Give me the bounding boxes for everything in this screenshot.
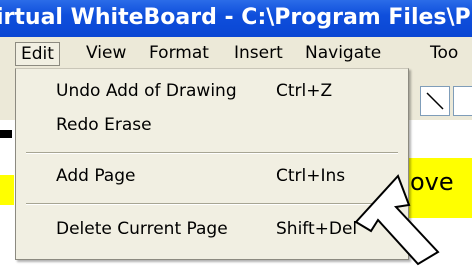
line-tool-icon bbox=[426, 92, 444, 110]
menu-format[interactable]: Format bbox=[149, 42, 209, 66]
menu-item-label: Delete Current Page bbox=[56, 219, 228, 239]
menu-item-label: Undo Add of Drawing bbox=[56, 81, 237, 101]
menu-insert[interactable]: Insert bbox=[234, 42, 283, 66]
menu-item-redo[interactable]: Redo Erase bbox=[16, 111, 408, 139]
menu-tools[interactable]: Too bbox=[430, 42, 458, 66]
menu-item-delete-page[interactable]: Delete Current Page Shift+Del bbox=[16, 215, 408, 243]
line-tool-button[interactable] bbox=[420, 86, 450, 116]
menu-item-label: Redo Erase bbox=[56, 115, 152, 135]
window-title: irtual WhiteBoard - C:\Program Files\P1 bbox=[0, 5, 472, 30]
menu-item-shortcut: Shift+Del bbox=[276, 219, 358, 239]
menu-item-shortcut: Ctrl+Z bbox=[276, 81, 333, 101]
menu-item-undo[interactable]: Undo Add of Drawing Ctrl+Z bbox=[16, 77, 408, 105]
canvas-text: ove bbox=[410, 168, 454, 196]
canvas-mark bbox=[0, 130, 12, 138]
menu-navigate[interactable]: Navigate bbox=[305, 42, 381, 66]
menu-bar: Edit View Format Insert Navigate Too bbox=[0, 37, 472, 70]
menu-item-shortcut: Ctrl+Ins bbox=[276, 166, 346, 186]
highlight-block-left bbox=[0, 175, 14, 205]
menu-item-label: Add Page bbox=[56, 166, 136, 186]
edit-menu-dropdown: Undo Add of Drawing Ctrl+Z Redo Erase Ad… bbox=[15, 68, 409, 260]
window-titlebar: irtual WhiteBoard - C:\Program Files\P1 bbox=[0, 0, 472, 37]
menu-separator bbox=[26, 203, 398, 205]
menu-separator bbox=[26, 152, 398, 154]
toolbar-button-partial[interactable] bbox=[453, 86, 472, 116]
menu-view[interactable]: View bbox=[86, 42, 126, 66]
menu-edit[interactable]: Edit bbox=[15, 42, 60, 66]
menu-item-add-page[interactable]: Add Page Ctrl+Ins bbox=[16, 162, 408, 190]
